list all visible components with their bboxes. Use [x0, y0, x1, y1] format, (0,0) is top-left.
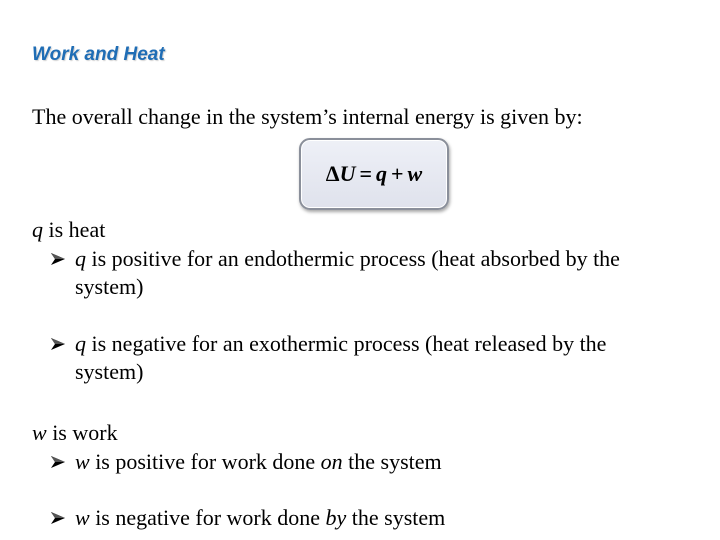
internal-energy-formula: ΔU = q + w: [326, 161, 422, 187]
heat-var: q: [32, 217, 43, 242]
heat-section: q is heat q is positive for an endotherm…: [32, 216, 675, 387]
formula-w: w: [407, 161, 423, 186]
bullet-var: w: [75, 505, 90, 530]
work-bullet-positive: w is positive for work done on the syste…: [32, 448, 675, 477]
arrowhead-bullet-icon: [51, 252, 65, 265]
slide-title: Work and Heat: [32, 44, 165, 65]
work-section: w is work w is positive for work done on…: [32, 419, 675, 533]
bullet-var: q: [75, 330, 86, 356]
bullet-emphasis: by: [325, 505, 347, 530]
work-bullet-negative: w is negative for work done by the syste…: [32, 504, 675, 533]
heat-heading: q is heat: [32, 216, 675, 245]
work-heading-text: is work: [46, 420, 118, 445]
bullet-var: w: [75, 448, 90, 474]
formula-plus: +: [391, 161, 404, 186]
heat-heading-text: is heat: [43, 217, 106, 242]
work-var: w: [32, 420, 47, 445]
arrowhead-bullet-icon: [51, 455, 65, 468]
delta-symbol: Δ: [325, 161, 340, 186]
formula-equals: =: [359, 161, 372, 186]
bullet-text: is positive for an endothermic process (…: [75, 245, 620, 300]
formula-u: U: [339, 161, 356, 186]
heat-bullet-negative: q is negative for an exothermic process …: [32, 330, 675, 387]
work-heading: w is work: [32, 419, 675, 448]
arrowhead-bullet-icon: [51, 512, 65, 524]
bullet-emphasis: on: [320, 448, 343, 474]
bullet-text-before: is negative for work done: [89, 505, 326, 530]
formula-box: ΔU = q + w: [299, 138, 449, 210]
arrowhead-bullet-icon: [51, 337, 65, 350]
heat-bullet-positive: q is positive for an endothermic process…: [32, 245, 675, 302]
bullet-text-after: the system: [346, 505, 446, 530]
bullet-text-before: is positive for work done: [89, 448, 321, 474]
formula-q: q: [376, 161, 387, 186]
bullet-var: q: [75, 245, 86, 271]
bullet-text-after: the system: [342, 448, 442, 474]
bullet-text: is negative for an exothermic process (h…: [75, 330, 607, 385]
intro-text: The overall change in the system’s inter…: [32, 104, 583, 129]
